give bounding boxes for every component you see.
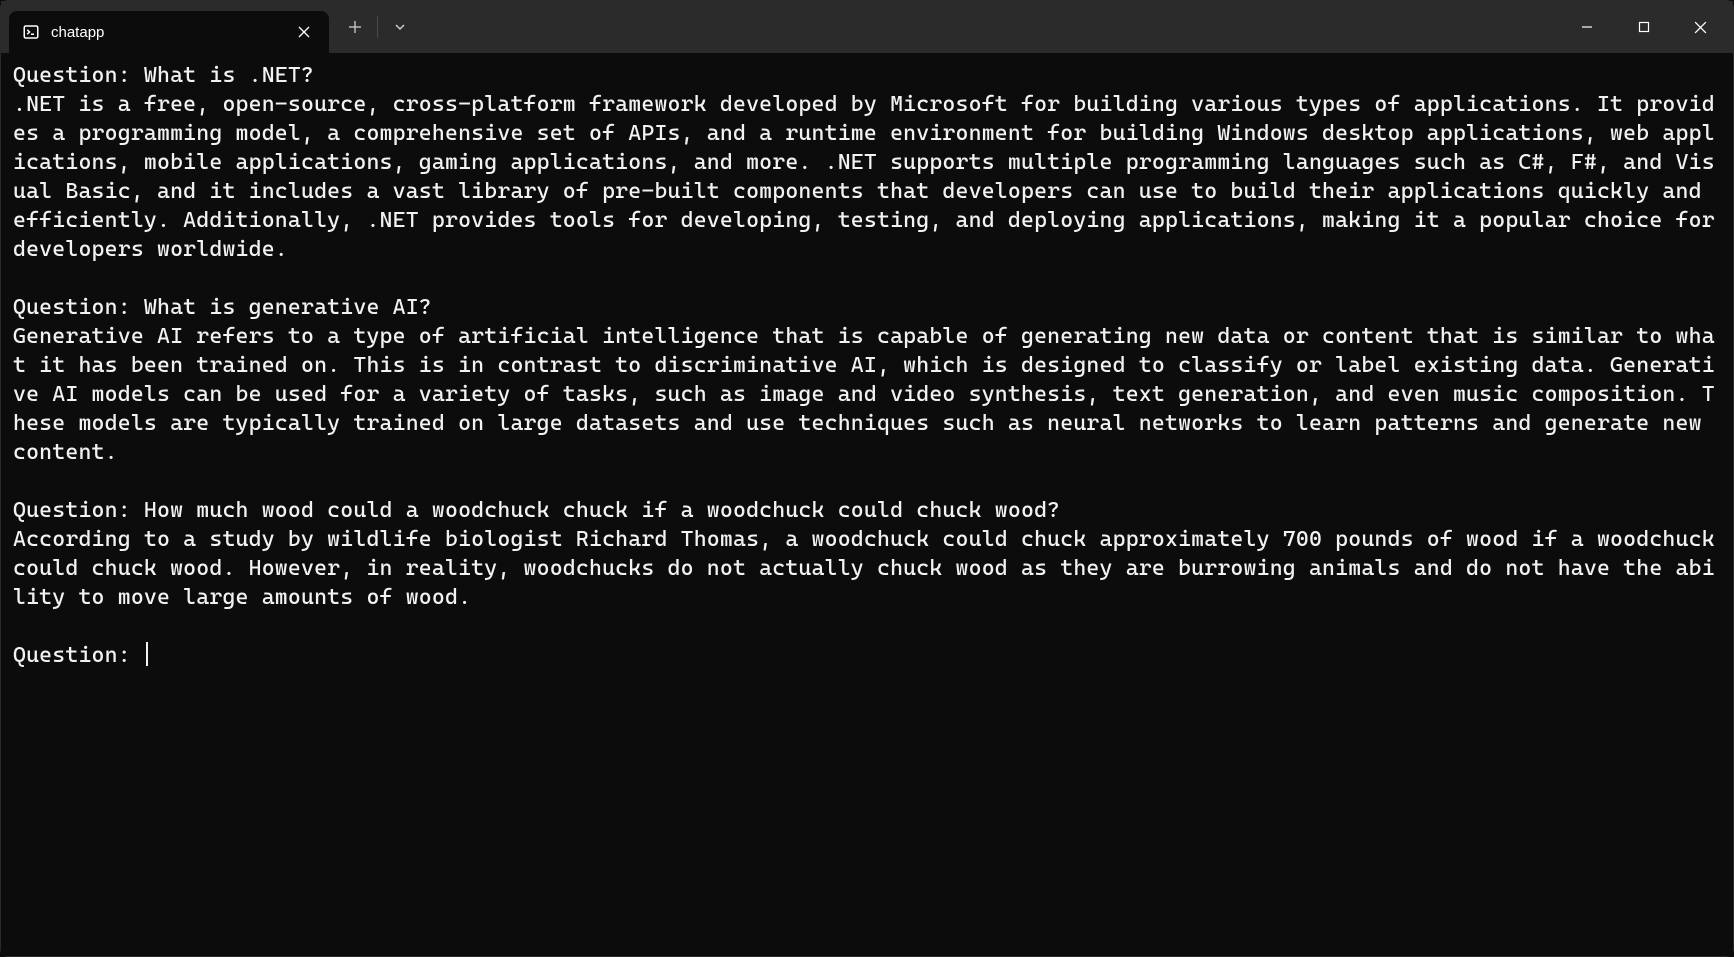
question-label: Question: [13,63,144,88]
tab-chatapp[interactable]: chatapp [9,11,329,53]
tabs-area: chatapp [1,1,329,53]
titlebar: chatapp [1,1,1733,53]
text-cursor [146,642,148,666]
question-label: Question: [13,295,144,320]
tabbar-divider [377,16,378,38]
question-text: What is generative AI? [144,295,432,320]
answer-text: .NET is a free, open-source, cross-platf… [13,92,1728,262]
answer-text: According to a study by wildlife biologi… [13,527,1728,610]
prompt-label: Question: [13,643,144,668]
tabbar-buttons [335,1,420,53]
new-tab-button[interactable] [335,9,375,45]
maximize-button[interactable] [1615,7,1672,47]
terminal-icon [21,22,41,42]
terminal-output[interactable]: Question: What is .NET? .NET is a free, … [1,53,1733,956]
question-text: How much wood could a woodchuck chuck if… [144,498,1060,523]
tab-title: chatapp [51,24,283,41]
question-text: What is .NET? [144,63,314,88]
window-controls [1558,1,1729,53]
answer-text: Generative AI refers to a type of artifi… [13,324,1715,465]
question-label: Question: [13,498,144,523]
minimize-button[interactable] [1558,7,1615,47]
tab-dropdown-button[interactable] [380,9,420,45]
tab-close-button[interactable] [293,21,315,43]
close-window-button[interactable] [1672,7,1729,47]
